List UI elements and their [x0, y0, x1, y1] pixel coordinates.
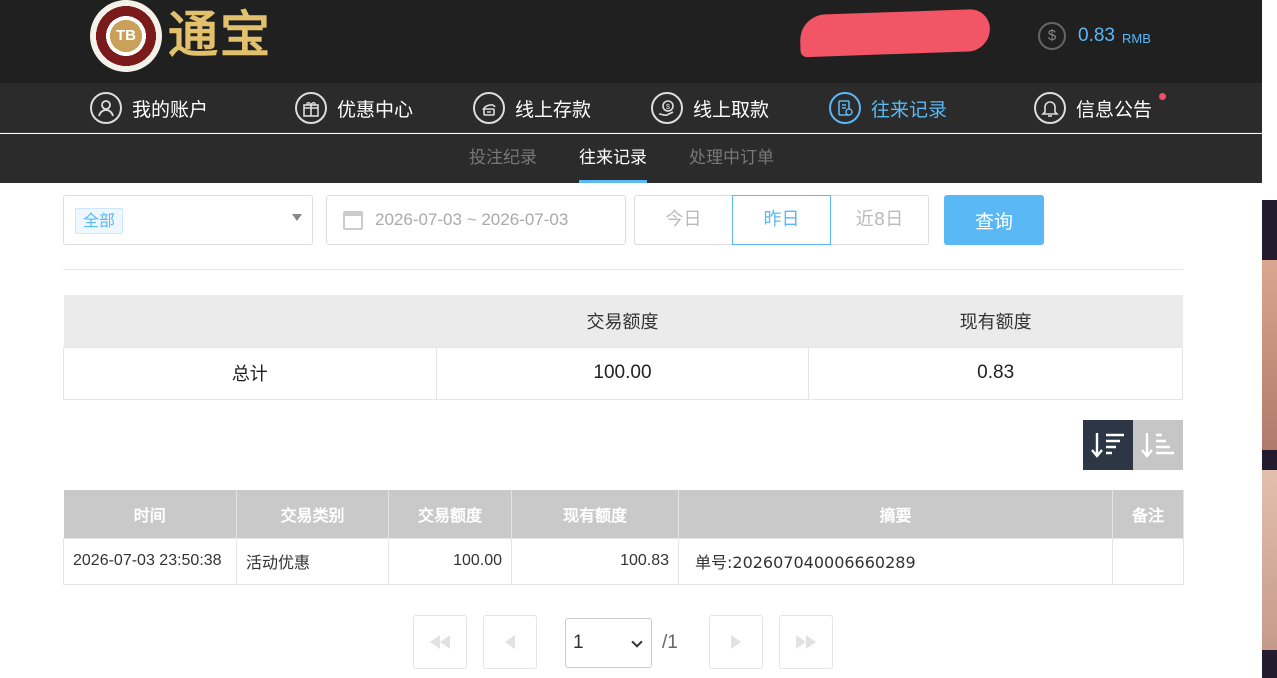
nav-item-deposit[interactable]: 线上存款	[473, 91, 591, 125]
caret-down-icon	[292, 214, 302, 221]
chevron-down-icon	[631, 636, 643, 648]
nav-item-records[interactable]: 往来记录	[829, 91, 947, 125]
nav-item-promotions[interactable]: 优惠中心	[295, 91, 413, 125]
last-page-icon	[796, 635, 806, 649]
withdraw-icon: $	[651, 92, 683, 124]
svg-text:$: $	[666, 104, 670, 111]
first-page-icon	[430, 635, 440, 649]
nav-item-label: 线上取款	[693, 98, 770, 121]
sort-ascending-button[interactable]	[1133, 420, 1183, 470]
records-table: 时间 交易类别 交易额度 现有额度 摘要 备注 2026-07-03 23:50…	[63, 490, 1184, 585]
summary-header-blank	[63, 295, 437, 347]
nav-item-label: 线上存款	[515, 98, 592, 121]
summary-total-amount: 100.00	[435, 346, 810, 400]
logo-badge-text: TB	[116, 27, 136, 44]
col-header-amount: 交易额度	[388, 490, 512, 538]
col-header-remark: 备注	[1112, 490, 1184, 538]
sort-ascending-icon	[1141, 433, 1174, 458]
transaction-type-select[interactable]: 全部	[63, 195, 313, 245]
summary-header-balance: 现有额度	[808, 295, 1183, 347]
next-page-icon	[731, 635, 741, 649]
calendar-icon	[343, 210, 363, 230]
quick-date-group: 今日 昨日 近8日	[634, 195, 929, 245]
balance-amount: 0.83	[1078, 25, 1115, 46]
balance-display: $ 0.83 RMB	[1038, 20, 1151, 52]
nav-item-announcements[interactable]: 信息公告	[1034, 91, 1167, 125]
bell-icon	[1034, 92, 1066, 124]
tab-pending-orders[interactable]: 处理中订单	[689, 134, 774, 183]
site-logo[interactable]: TB 通宝	[90, 0, 290, 72]
summary-total-label: 总计	[63, 346, 437, 400]
balance-unit: RMB	[1121, 30, 1151, 46]
summary-total-balance: 0.83	[808, 346, 1183, 400]
cell-summary: 单号:202607040006660289	[678, 537, 1113, 585]
tab-bet-records[interactable]: 投注纪录	[469, 134, 537, 183]
sort-descending-icon	[1091, 433, 1124, 458]
cell-amount: 100.00	[388, 537, 512, 585]
records-header-row: 时间 交易类别 交易额度 现有额度 摘要 备注	[63, 490, 1184, 538]
gift-icon	[295, 92, 327, 124]
nav-item-my-account[interactable]: 我的账户	[90, 91, 208, 125]
col-header-category: 交易类别	[236, 490, 389, 538]
summary-total-row: 总计 100.00 0.83	[63, 346, 1183, 400]
page-number-select[interactable]: 1	[565, 618, 652, 668]
redaction-mark	[799, 8, 991, 58]
dollar-coin-icon: $	[1038, 22, 1066, 50]
prev-page-button[interactable]	[483, 615, 537, 669]
background-window-edge	[1262, 0, 1277, 678]
last-8-days-button[interactable]: 近8日	[830, 195, 929, 245]
tab-transaction-records[interactable]: 往来记录	[579, 134, 647, 183]
nav-item-label: 往来记录	[871, 98, 948, 121]
notification-dot	[1159, 93, 1167, 100]
today-button[interactable]: 今日	[634, 195, 733, 245]
sort-toggle-group	[1083, 420, 1183, 470]
summary-header-row: 交易额度 现有额度	[63, 295, 1183, 347]
table-row: 2026-07-03 23:50:38 活动优惠 100.00 100.83 单…	[63, 537, 1184, 585]
app-window: TB 通宝 $ 0.83 RMB 我的账户 优惠中心 线上存款 $ 线上取款 往…	[0, 0, 1262, 678]
last-page-button[interactable]	[779, 615, 833, 669]
query-button[interactable]: 查询	[944, 195, 1044, 245]
selected-type-tag: 全部	[75, 208, 124, 234]
records-icon	[829, 92, 861, 124]
sub-nav: 投注纪录 往来记录 处理中订单	[0, 134, 1262, 183]
cell-category: 活动优惠	[236, 537, 389, 585]
sort-descending-button[interactable]	[1083, 420, 1133, 470]
user-icon	[90, 92, 122, 124]
col-header-time: 时间	[63, 490, 237, 538]
nav-item-withdraw[interactable]: $ 线上取款	[651, 91, 769, 125]
col-header-summary: 摘要	[678, 490, 1113, 538]
nav-item-label: 我的账户	[132, 98, 209, 121]
yesterday-button[interactable]: 昨日	[732, 195, 831, 245]
main-nav: 我的账户 优惠中心 线上存款 $ 线上取款 往来记录 信息公告	[0, 83, 1262, 133]
date-range-picker[interactable]: 2026-07-03 ~ 2026-07-03	[326, 195, 626, 245]
nav-item-label: 信息公告	[1076, 98, 1153, 121]
date-range-text: 2026-07-03 ~ 2026-07-03	[375, 210, 569, 229]
logo-name: 通宝	[168, 5, 272, 64]
section-divider	[63, 269, 1183, 270]
top-header: TB 通宝 $ 0.83 RMB	[0, 0, 1262, 83]
next-page-button[interactable]	[709, 615, 763, 669]
col-header-balance: 现有额度	[511, 490, 679, 538]
deposit-icon	[473, 92, 505, 124]
summary-table: 交易额度 现有额度 总计 100.00 0.83	[63, 295, 1183, 400]
page-total: /1	[662, 632, 678, 653]
cell-remark	[1112, 537, 1184, 585]
cell-time: 2026-07-03 23:50:38	[63, 537, 237, 585]
nav-item-label: 优惠中心	[337, 98, 414, 121]
cell-balance: 100.83	[511, 537, 679, 585]
current-page: 1	[573, 632, 584, 653]
prev-page-icon	[505, 635, 515, 649]
first-page-button[interactable]	[413, 615, 467, 669]
summary-header-amount: 交易额度	[436, 295, 809, 347]
